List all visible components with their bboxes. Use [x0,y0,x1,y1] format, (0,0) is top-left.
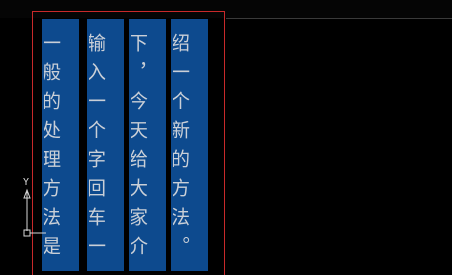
ucs-axis-icon: Y [18,178,48,240]
selection-frame [32,11,225,275]
ucs-axis-glyph [23,188,46,237]
drawing-canvas[interactable]: 一般的处理方法是 输入一个字回车一 下，今天给大家介 绍一个新的方法。 Y [0,0,452,275]
canvas-top-line [226,18,452,19]
